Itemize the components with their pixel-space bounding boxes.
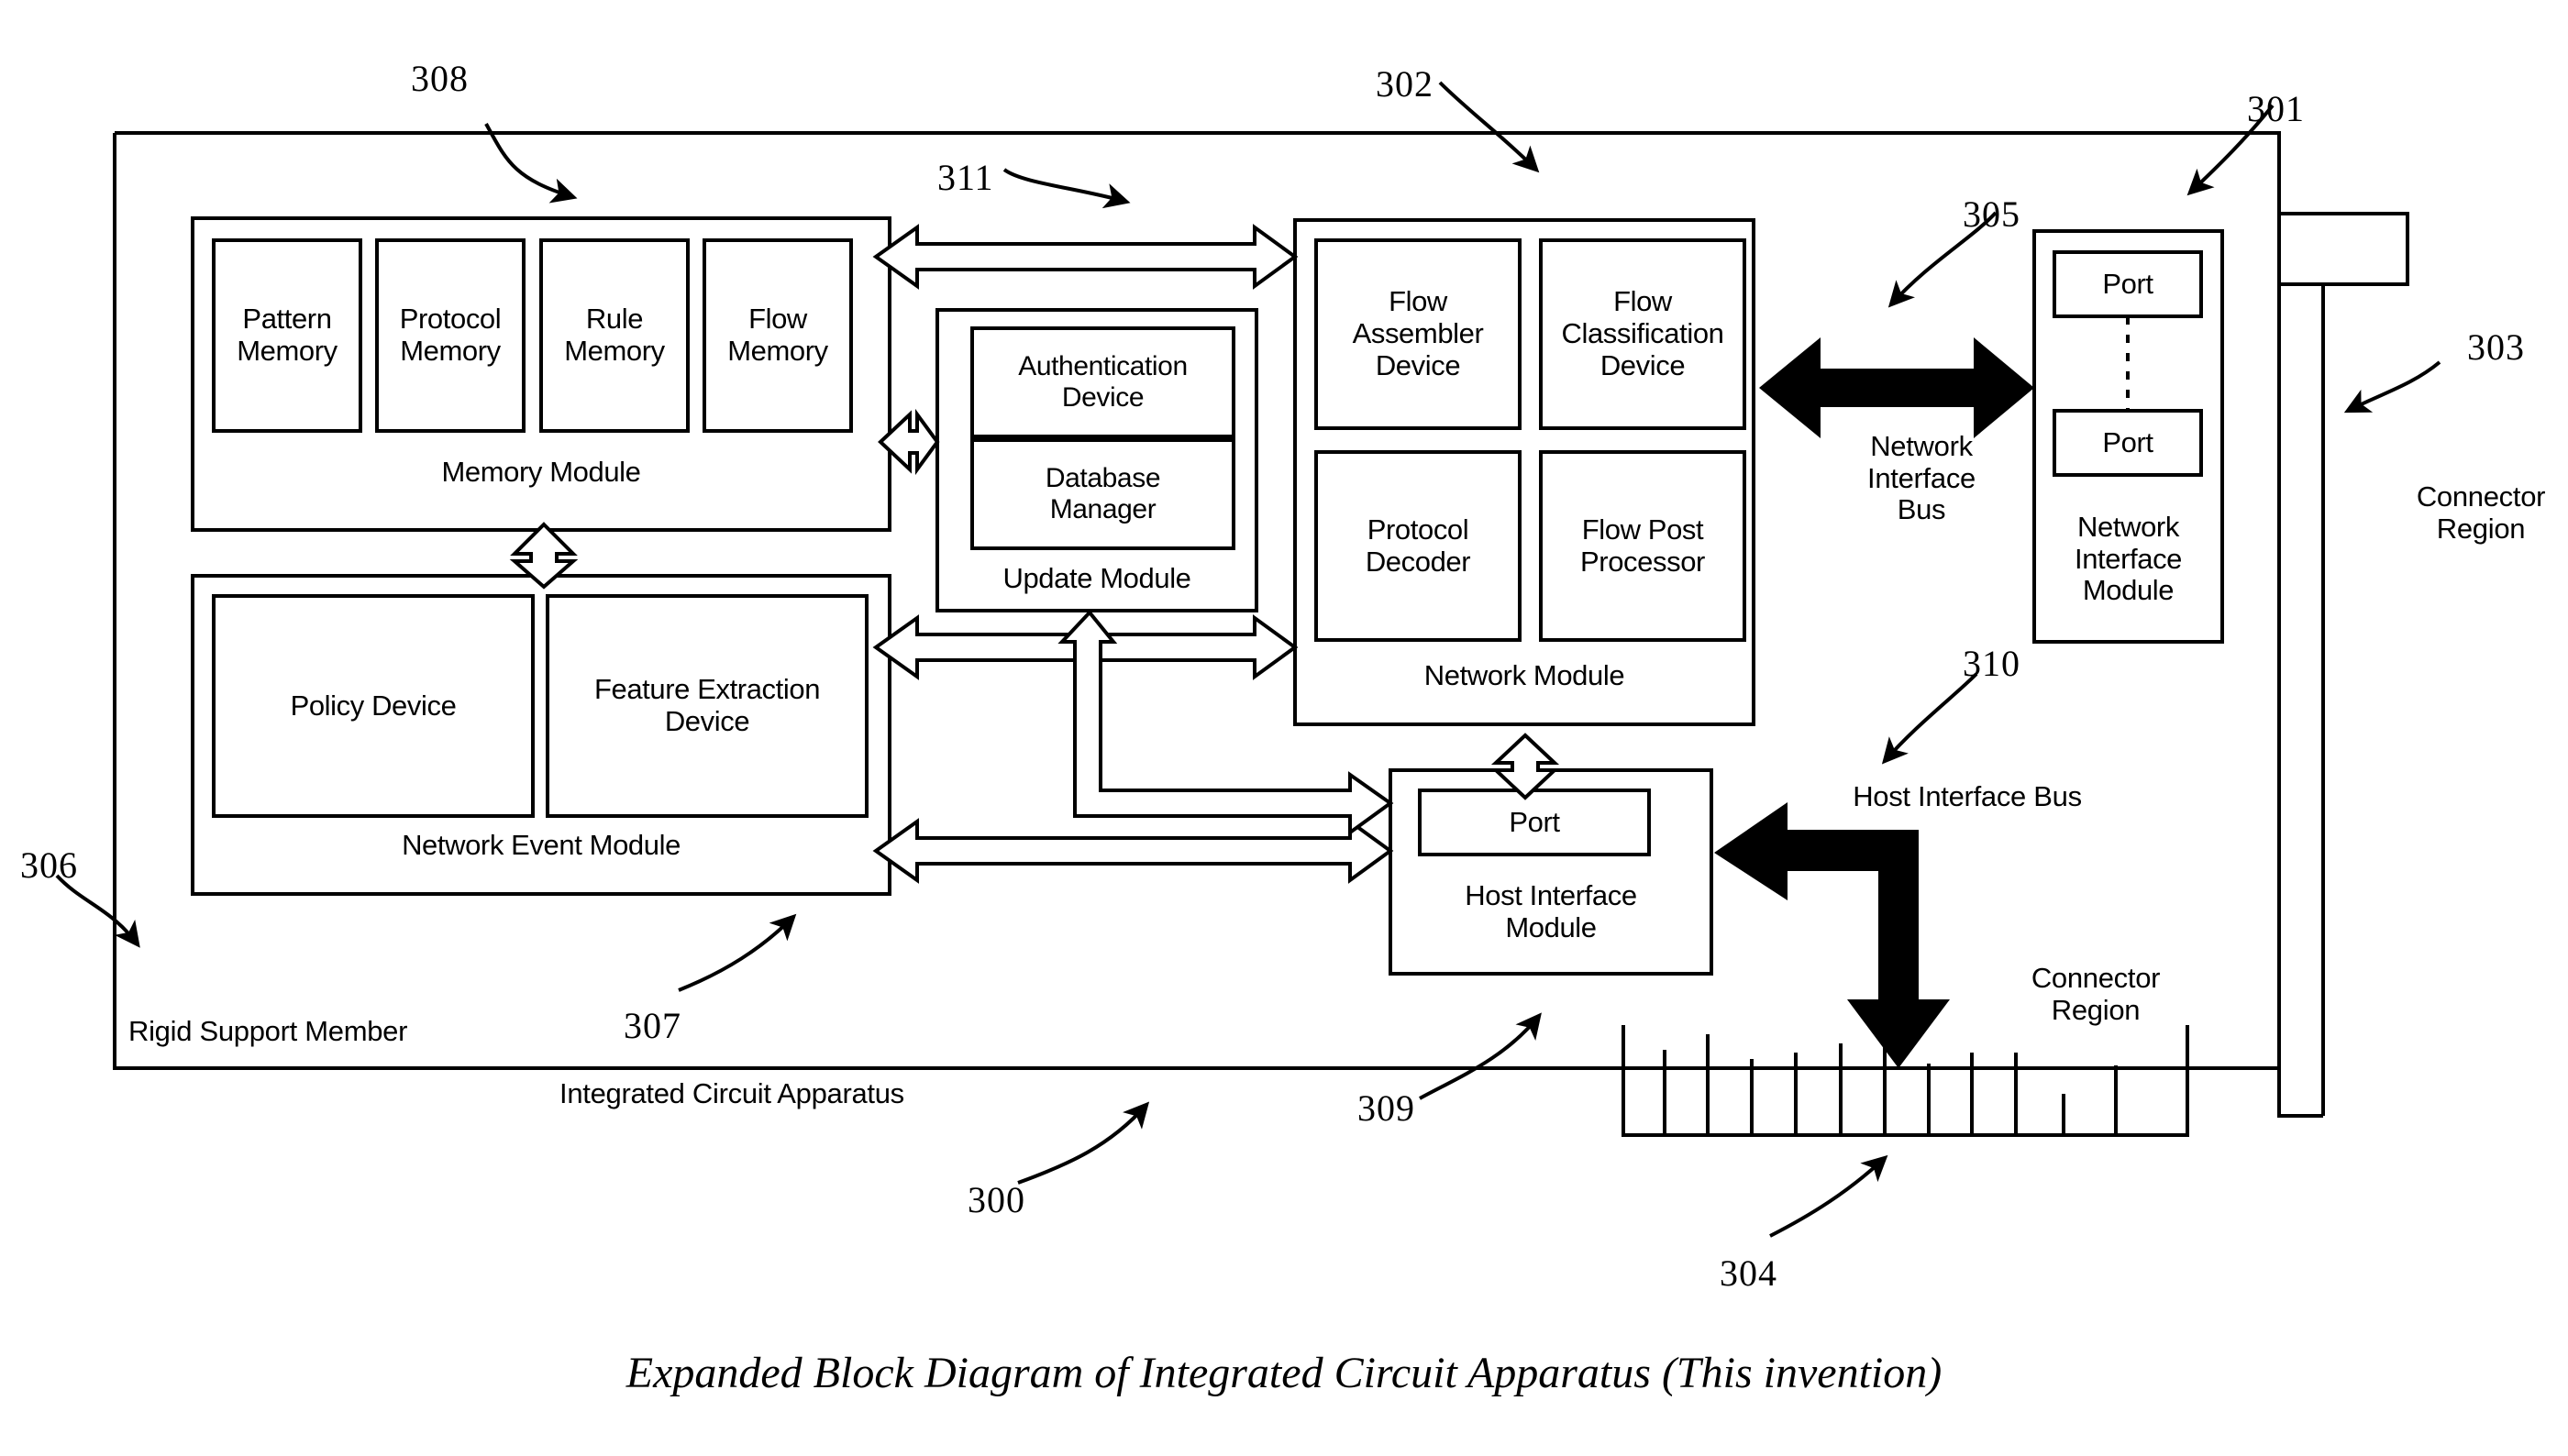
update-module-outline: [935, 308, 1258, 612]
ref-308: 308: [411, 58, 469, 99]
host-interface-bus-arrow: [1714, 802, 1950, 1068]
ref-309: 309: [1357, 1087, 1415, 1129]
connector-networkmodule-hostinterface: [1490, 733, 1560, 800]
connector-networkevent-hostinterface: [872, 818, 1394, 884]
ref-300: 300: [968, 1179, 1025, 1220]
ref-305: 305: [1963, 193, 2020, 235]
network-module-outline: [1293, 218, 1755, 726]
ref-310: 310: [1963, 643, 2020, 684]
network-event-module-outline: [191, 574, 891, 896]
network-interface-module-outline: [2032, 229, 2224, 644]
network-interface-bus-arrow: [1759, 337, 2034, 438]
figure-canvas: Pattern Memory Protocol Memory Rule Memo…: [0, 0, 2568, 1456]
ref-307: 307: [624, 1005, 681, 1046]
connector-region-right-outline: [2279, 282, 2323, 1118]
ref-304: 304: [1720, 1252, 1777, 1294]
connector-memory-update-top: [872, 224, 1299, 290]
ref-311: 311: [937, 157, 994, 198]
ref-306: 306: [20, 844, 78, 886]
ref-301: 301: [2247, 88, 2305, 129]
ref-302: 302: [1376, 63, 1433, 105]
figure-caption: Expanded Block Diagram of Integrated Cir…: [625, 1349, 1943, 1397]
memory-module-outline: [191, 216, 891, 532]
ref-303: 303: [2467, 326, 2525, 368]
diagram-artwork: [55, 81, 2441, 1238]
host-interface-module-outline: [1389, 768, 1713, 976]
